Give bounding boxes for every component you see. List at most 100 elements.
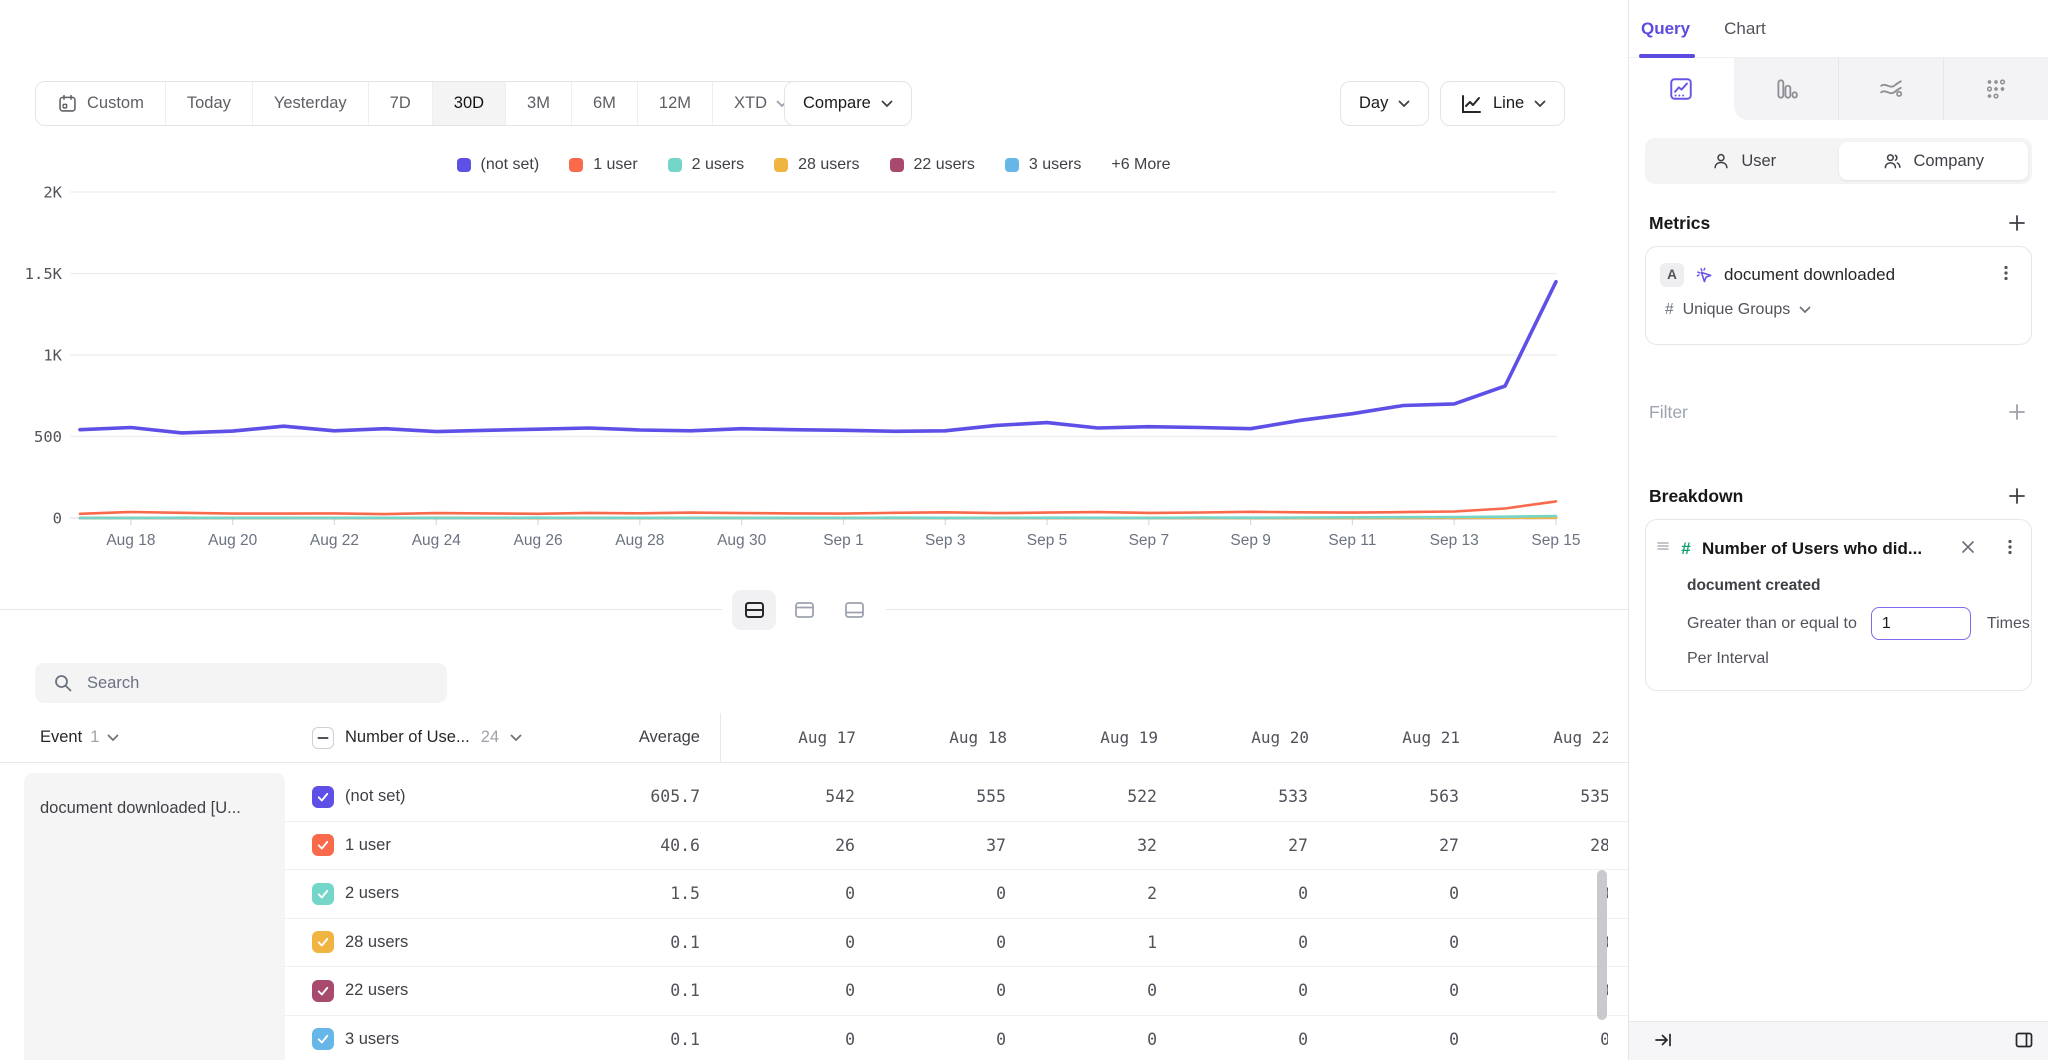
chart-toolbar: CustomTodayYesterday7D30D3M6M12MXTD Comp… <box>0 0 1628 140</box>
value-cell: 0 <box>1475 1030 1608 1049</box>
table-row[interactable]: 3 users0.1000000 <box>285 1016 1628 1060</box>
table-row[interactable]: 2 users1.5002000 <box>285 870 1628 919</box>
range-3m[interactable]: 3M <box>506 82 572 125</box>
event-column-header[interactable]: Event 1 <box>0 728 285 747</box>
value-cell: 37 <box>871 836 1022 855</box>
table-scrollbar[interactable] <box>1597 870 1607 1020</box>
split-view-icon[interactable] <box>2012 1028 2036 1055</box>
times-value-input[interactable] <box>1871 607 1971 640</box>
average-column-header[interactable]: Average <box>535 728 720 747</box>
metric-card[interactable]: A document downloaded # Unique Groups <box>1645 246 2032 345</box>
analytics-app: CustomTodayYesterday7D30D3M6M12MXTD Comp… <box>0 0 2048 1060</box>
event-name: document downloaded [U... <box>24 773 285 818</box>
date-column-header[interactable]: Aug 21 <box>1325 728 1476 747</box>
entity-user[interactable]: User <box>1649 142 1839 180</box>
svg-text:Sep 3: Sep 3 <box>925 532 966 549</box>
series-label: 28 users <box>345 933 408 952</box>
svg-text:Aug 20: Aug 20 <box>208 532 258 549</box>
tab-chart[interactable]: Chart <box>1724 19 1766 39</box>
breakdown-menu-button[interactable] <box>1999 536 2021 561</box>
date-column-header[interactable]: Aug 18 <box>872 728 1023 747</box>
plus-icon <box>2007 486 2027 506</box>
date-column-header[interactable]: Aug 22 <box>1476 728 1608 747</box>
chevron-down-icon <box>1799 306 1811 314</box>
value-cell: 27 <box>1324 836 1475 855</box>
number-property-icon: # <box>1677 539 1695 559</box>
tab-query[interactable]: Query <box>1641 19 1690 39</box>
chart-type-line[interactable] <box>1629 58 1734 120</box>
value-cell: 0 <box>1173 933 1324 952</box>
date-column-header[interactable]: Aug 20 <box>1174 728 1325 747</box>
chart-type-bar[interactable] <box>1734 58 1838 120</box>
series-label: 3 users <box>345 1030 399 1049</box>
event-count: 1 <box>90 728 99 747</box>
select-all-checkbox[interactable] <box>312 727 334 749</box>
range-12m[interactable]: 12M <box>638 82 713 125</box>
filter-section-header: Filter <box>1645 401 2032 423</box>
range-today[interactable]: Today <box>166 82 253 125</box>
company-icon <box>1882 151 1903 171</box>
close-icon[interactable] <box>1958 537 1978 560</box>
chart-type-scatter[interactable] <box>1943 58 2048 120</box>
series-checkbox[interactable] <box>312 931 334 953</box>
check-icon <box>316 790 330 804</box>
table-row[interactable]: 22 users0.1000000 <box>285 967 1628 1016</box>
svg-text:Aug 18: Aug 18 <box>106 532 155 549</box>
event-row[interactable]: document downloaded [U... <box>24 773 285 1060</box>
add-breakdown-button[interactable] <box>2006 485 2028 507</box>
breakdown-card: # Number of Users who did... document cr… <box>1645 519 2032 691</box>
times-unit-label: Times <box>1987 615 2030 633</box>
series-count: 24 <box>481 728 499 747</box>
event-header-label: Event <box>40 728 82 747</box>
table-row[interactable]: (not set)605.7542555522533563535 <box>285 773 1628 822</box>
interval-dropdown[interactable]: Day <box>1340 81 1429 126</box>
drag-handle-icon[interactable] <box>1656 539 1670 558</box>
date-values: 542555522533563535 <box>720 787 1608 806</box>
date-column-header[interactable]: Aug 19 <box>1023 728 1174 747</box>
add-filter-button[interactable] <box>2006 401 2028 423</box>
per-interval-label[interactable]: Per Interval <box>1646 640 2031 668</box>
value-cell: 0 <box>1475 884 1608 903</box>
collapse-panel-icon[interactable] <box>1651 1028 1675 1055</box>
kebab-icon <box>1997 264 2015 282</box>
breakdown-event-name[interactable]: document created <box>1646 561 2031 595</box>
entity-company[interactable]: Company <box>1839 142 2029 180</box>
series-cell: (not set) <box>285 786 535 808</box>
add-metric-button[interactable] <box>2006 212 2028 234</box>
condition-label[interactable]: Greater than or equal to <box>1687 615 1857 633</box>
entity-company-label: Company <box>1913 152 1984 171</box>
calendar-icon <box>57 93 78 114</box>
chart-type-dropdown[interactable]: Line <box>1440 81 1565 126</box>
table-body: document downloaded [U... (not set)605.7… <box>0 764 1628 1060</box>
metric-menu-button[interactable] <box>1995 262 2017 287</box>
value-cell: 0 <box>1022 981 1173 1000</box>
range-6m[interactable]: 6M <box>572 82 638 125</box>
check-icon <box>316 984 330 998</box>
series-checkbox[interactable] <box>312 786 334 808</box>
series-checkbox[interactable] <box>312 883 334 905</box>
range-custom[interactable]: Custom <box>36 82 166 125</box>
value-cell: 533 <box>1173 787 1324 806</box>
value-cell: 0 <box>1324 884 1475 903</box>
value-cell: 0 <box>720 884 871 903</box>
search-input[interactable] <box>35 663 447 703</box>
chart-type-options <box>1734 58 2048 120</box>
date-range-group: CustomTodayYesterday7D30D3M6M12MXTD <box>35 81 810 126</box>
range-30d[interactable]: 30D <box>433 82 506 125</box>
measure-dropdown[interactable]: # Unique Groups <box>1646 287 2031 319</box>
range-yesterday[interactable]: Yesterday <box>253 82 369 125</box>
date-column-header[interactable]: Aug 17 <box>721 728 872 747</box>
range-7d[interactable]: 7D <box>369 82 433 125</box>
series-checkbox[interactable] <box>312 980 334 1002</box>
value-cell: 26 <box>720 836 871 855</box>
series-column-header[interactable]: Number of Use... 24 <box>285 727 535 749</box>
series-checkbox[interactable] <box>312 834 334 856</box>
series-checkbox[interactable] <box>312 1028 334 1050</box>
svg-text:Aug 26: Aug 26 <box>513 532 562 549</box>
table-row[interactable]: 28 users0.1001000 <box>285 919 1628 968</box>
compare-button[interactable]: Compare <box>784 81 912 126</box>
metric-card-row: A document downloaded <box>1646 247 2031 287</box>
value-cell: 1 <box>1022 933 1173 952</box>
chart-type-stream[interactable] <box>1838 58 1943 120</box>
table-row[interactable]: 1 user40.6263732272728 <box>285 822 1628 871</box>
